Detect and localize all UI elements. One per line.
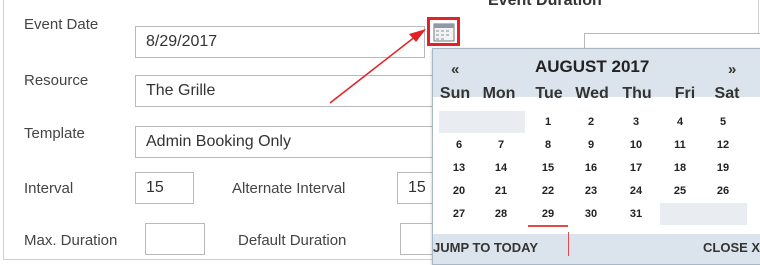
day-cell-8[interactable]: 8 [528,134,568,156]
close-button[interactable]: CLOSE X [703,240,760,255]
weekday-thu: Thu [622,85,652,102]
day-cell-1[interactable]: 1 [528,111,568,133]
max-duration-label: Max. Duration [24,232,118,249]
day-cell-30[interactable]: 30 [571,203,611,225]
event-date-label: Event Date [24,16,99,33]
empty-day-cell [703,203,747,225]
day-cell-9[interactable]: 9 [571,134,611,156]
empty-day-cell [439,111,483,133]
calendar-icon [433,23,454,41]
default-duration-label: Default Duration [238,232,347,249]
template-label: Template [24,125,85,142]
interval-input[interactable]: 15 [135,172,194,204]
day-cell-19[interactable]: 19 [703,157,743,179]
month-title: AUGUST 2017 [535,57,650,76]
calendar-button[interactable] [427,17,460,46]
day-cell-18[interactable]: 18 [660,157,700,179]
interval-label: Interval [24,180,74,197]
resource-select[interactable]: The Grille [135,75,435,107]
day-cell-24[interactable]: 24 [616,180,656,202]
day-cell-10[interactable]: 10 [616,134,656,156]
day-cell-25[interactable]: 25 [660,180,700,202]
resource-label: Resource [24,72,89,89]
max-duration-input[interactable] [145,223,205,255]
prev-month-button[interactable]: « [451,61,459,78]
event-duration-heading: Event Duration [488,0,602,9]
day-cell-6[interactable]: 6 [439,134,479,156]
selected-day-marker [568,232,569,256]
day-cell-2[interactable]: 2 [571,111,611,133]
day-cell-20[interactable]: 20 [439,180,479,202]
day-cell-4[interactable]: 4 [660,111,700,133]
next-month-button[interactable]: » [728,61,736,78]
day-cell-13[interactable]: 13 [439,157,479,179]
weekday-fri: Fri [674,85,696,102]
datepicker-footer: JUMP TO TODAY CLOSE X [433,234,760,264]
datepicker: « AUGUST 2017 » Sun Mon Tue Wed Thu Fri … [432,48,760,265]
day-cell-16[interactable]: 16 [571,157,611,179]
day-cell-15[interactable]: 15 [528,157,568,179]
weekday-wed: Wed [575,85,609,102]
weekday-sun: Sun [439,85,471,102]
day-cell-12[interactable]: 12 [703,134,743,156]
day-cell-14[interactable]: 14 [481,157,521,179]
template-select[interactable]: Admin Booking Only [135,126,435,158]
day-cell-26[interactable]: 26 [703,180,743,202]
alternate-interval-label: Alternate Interval [232,180,346,197]
day-cell-5[interactable]: 5 [703,111,743,133]
day-cell-31[interactable]: 31 [616,203,656,225]
day-cell-27[interactable]: 27 [439,203,479,225]
day-cell-3[interactable]: 3 [616,111,656,133]
day-cell-7[interactable]: 7 [481,134,521,156]
day-cell-28[interactable]: 28 [481,203,521,225]
day-cell-23[interactable]: 23 [571,180,611,202]
day-cell-22[interactable]: 22 [528,180,568,202]
empty-day-cell [481,111,525,133]
day-cell-21[interactable]: 21 [481,180,521,202]
empty-day-cell [660,203,704,225]
weekday-mon: Mon [482,85,516,102]
day-cell-17[interactable]: 17 [616,157,656,179]
day-cell-29[interactable]: 29 [528,203,568,227]
weekday-tue: Tue [535,85,563,102]
weekday-sat: Sat [714,85,740,102]
day-cell-11[interactable]: 11 [660,134,700,156]
event-date-input[interactable]: 8/29/2017 [135,26,425,58]
jump-to-today-button[interactable]: JUMP TO TODAY [433,240,538,255]
